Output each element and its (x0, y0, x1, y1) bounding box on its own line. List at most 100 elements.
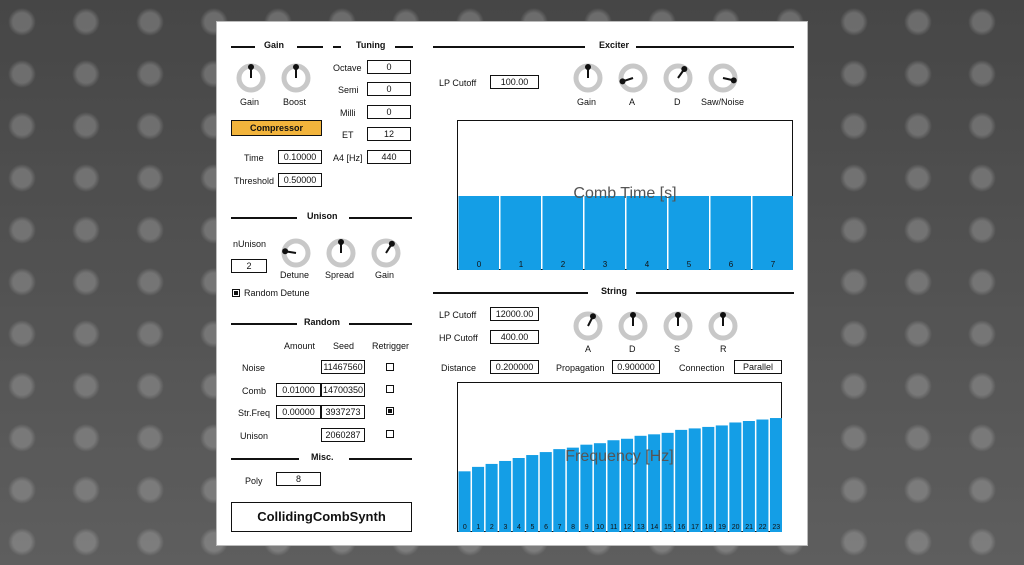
compressor-toggle[interactable]: Compressor (231, 120, 322, 136)
detune-label: Detune (280, 270, 310, 280)
graph-bar[interactable] (593, 443, 606, 532)
graph-bar[interactable] (648, 434, 661, 532)
graph-bar-index-label: 5 (687, 260, 692, 269)
noise-retrigger-checkbox[interactable] (386, 363, 394, 371)
graph-bar[interactable] (769, 418, 782, 532)
boost-knob[interactable] (280, 62, 312, 96)
et-field[interactable]: 12 (367, 127, 411, 141)
octave-label: Octave (333, 63, 362, 73)
graph-bar[interactable] (742, 421, 755, 532)
spread-knob[interactable] (325, 237, 357, 271)
connection-label: Connection (679, 363, 725, 373)
graph-bar[interactable] (668, 196, 710, 270)
graph-bar[interactable] (661, 432, 674, 532)
comb-seed-field[interactable]: 14700350 (321, 383, 365, 397)
exciter-gain-knob[interactable] (572, 62, 604, 96)
comb-time-graph[interactable]: 01234567 Comb Time [s] (457, 120, 793, 270)
noise-seed-field[interactable]: 11467560 (321, 360, 365, 374)
gain-knob[interactable] (235, 62, 267, 96)
graph-bar[interactable] (715, 425, 728, 532)
strfreq-seed-field[interactable]: 3937273 (321, 405, 365, 419)
propagation-label: Propagation (556, 363, 605, 373)
graph-bar[interactable] (472, 466, 485, 532)
strfreq-retrigger-checkbox[interactable] (386, 407, 394, 415)
saw-noise-knob[interactable] (707, 62, 739, 96)
comb-retrigger-checkbox[interactable] (386, 385, 394, 393)
string-decay-knob[interactable] (617, 310, 649, 344)
graph-bar-index-label: 21 (745, 524, 753, 531)
random-section-header: Random (231, 317, 412, 329)
poly-field[interactable]: 8 (276, 472, 321, 486)
a4-label: A4 [Hz] (333, 153, 363, 163)
octave-field[interactable]: 0 (367, 60, 411, 74)
graph-bar[interactable] (542, 196, 584, 270)
graph-bar[interactable] (553, 449, 566, 532)
graph-bar[interactable] (512, 458, 525, 532)
graph-bar[interactable] (675, 429, 688, 532)
random-col-retrigger: Retrigger (372, 341, 410, 351)
graph-bar[interactable] (584, 196, 626, 270)
exciter-decay-label: D (674, 97, 681, 107)
milli-field[interactable]: 0 (367, 105, 411, 119)
exciter-section-header: Exciter (433, 40, 794, 52)
graph-bar[interactable] (485, 463, 498, 532)
graph-bar[interactable] (539, 452, 552, 532)
graph-bar-index-label: 17 (691, 524, 699, 531)
string-release-label: R (720, 344, 727, 354)
semi-field[interactable]: 0 (367, 82, 411, 96)
graph-bar[interactable] (710, 196, 752, 270)
graph-bar[interactable] (458, 471, 471, 532)
unison-gain-knob[interactable] (370, 237, 402, 271)
unison-gain-label: Gain (375, 270, 395, 280)
nunison-field[interactable]: 2 (231, 259, 267, 273)
exciter-lp-cutoff-field[interactable]: 100.00 (490, 75, 539, 89)
graph-bar[interactable] (499, 460, 512, 532)
a4-field[interactable]: 440 (367, 150, 411, 164)
time-field[interactable]: 0.10000 (278, 150, 322, 164)
graph-bar[interactable] (458, 196, 500, 270)
exciter-attack-label: A (629, 97, 636, 107)
tuning-header: Tuning (356, 40, 386, 50)
graph-bar-index-label: 3 (503, 524, 507, 531)
threshold-field[interactable]: 0.50000 (278, 173, 322, 187)
graph-bar[interactable] (566, 447, 579, 532)
comb-time-bars[interactable]: 0 1 2 3 4 5 6 7 (458, 121, 794, 271)
graph-bar[interactable] (621, 438, 634, 532)
unison-retrigger-checkbox[interactable] (386, 430, 394, 438)
graph-bar[interactable] (500, 196, 542, 270)
comb-amount-field[interactable]: 0.01000 (276, 383, 321, 397)
random-detune-checkbox[interactable] (232, 289, 240, 297)
graph-bar[interactable] (756, 419, 769, 532)
unison-seed-field[interactable]: 2060287 (321, 428, 365, 442)
frequency-bars[interactable]: 0 1 2 3 4 5 6 7 8 9 10 11 12 13 14 15 16 17 18 19 20 21 22 23 (458, 383, 783, 533)
graph-bar-index-label: 7 (558, 524, 562, 531)
graph-bar[interactable] (729, 422, 742, 532)
random-detune-label: Random Detune (244, 288, 310, 298)
detune-knob[interactable] (280, 237, 312, 271)
semi-label: Semi (338, 85, 359, 95)
graph-bar[interactable] (607, 440, 620, 532)
string-sustain-knob[interactable] (662, 310, 694, 344)
graph-bar[interactable] (752, 196, 794, 270)
string-section-header: String (433, 286, 794, 298)
graph-bar[interactable] (688, 428, 701, 532)
string-lp-cutoff-field[interactable]: 12000.00 (490, 307, 539, 321)
connection-select[interactable]: Parallel (734, 360, 782, 374)
string-attack-knob[interactable] (572, 310, 604, 344)
exciter-decay-knob[interactable] (662, 62, 694, 96)
string-hp-cutoff-field[interactable]: 400.00 (490, 330, 539, 344)
graph-bar-index-label: 9 (585, 524, 589, 531)
string-release-knob[interactable] (707, 310, 739, 344)
graph-bar[interactable] (580, 444, 593, 532)
graph-bar[interactable] (634, 435, 647, 532)
distance-field[interactable]: 0.200000 (490, 360, 539, 374)
graph-bar[interactable] (626, 196, 668, 270)
exciter-attack-knob[interactable] (617, 62, 649, 96)
frequency-graph[interactable]: 0 1 2 3 4 5 6 7 8 9 10 11 12 13 14 15 16 17 18 19 20 21 22 23 F… (457, 382, 782, 532)
propagation-field[interactable]: 0.900000 (612, 360, 660, 374)
graph-bar[interactable] (526, 455, 539, 532)
graph-bar-index-label: 4 (517, 524, 521, 531)
graph-bar-index-label: 19 (718, 524, 726, 531)
graph-bar[interactable] (702, 426, 715, 532)
strfreq-amount-field[interactable]: 0.00000 (276, 405, 321, 419)
